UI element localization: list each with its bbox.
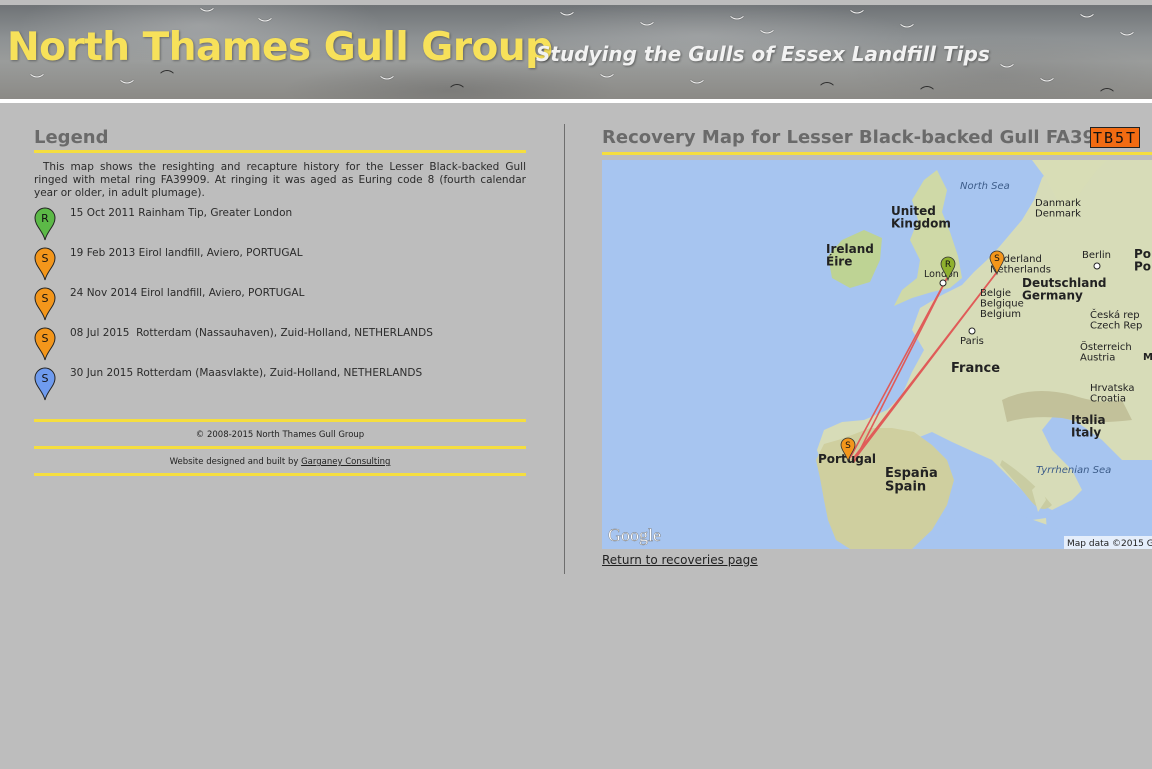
gull-icon: ⌒	[450, 84, 464, 99]
label-italy: Italia Italy	[1071, 413, 1106, 440]
map-canvas[interactable]: North Sea United Kingdom Ireland Éire Lond…	[602, 160, 1152, 549]
gull-icon: ⌒	[920, 86, 934, 99]
label-london: London	[924, 269, 959, 280]
return-to-recoveries-link[interactable]: Return to recoveries page	[602, 553, 758, 567]
svg-text:S: S	[42, 252, 49, 265]
city-dot-london	[939, 279, 947, 287]
map-heading: Recovery Map for Lesser Black-backed Gul…	[602, 127, 1133, 148]
gull-icon: ︶	[120, 80, 134, 96]
legend-item: S 19 Feb 2013 Eirol landfill, Aviero, PO…	[34, 247, 526, 287]
colour-ring-code: TB5T	[1090, 127, 1140, 148]
legend-item: S 24 Nov 2014 Eirol landfill, Aviero, PO…	[34, 287, 526, 327]
gull-icon: ⌒	[820, 82, 834, 98]
gull-icon: ︶	[30, 74, 44, 90]
header-banner: ︶ ︶ ︶ ︶ ︶ ︶ ︶ ︶ ︶ ︶ ︶ ︶ ︶ ︶ ︶ ︶ ︶ ⌒ ⌒ ⌒ …	[0, 5, 1152, 99]
map-pin-icon: S	[34, 367, 56, 401]
footer-divider	[34, 473, 526, 476]
label-hungary: Mag	[1143, 352, 1152, 363]
city-dot-berlin	[1093, 262, 1101, 270]
copyright-text: © 2008-2015 North Thames Gull Group	[195, 430, 365, 440]
page-footer: © 2008-2015 North Thames Gull Group Webs…	[34, 419, 526, 476]
legend-entry-text: 30 Jun 2015 Rotterdam (Maasvlakte), Zuid…	[70, 367, 423, 379]
map-panel: Recovery Map for Lesser Black-backed Gul…	[602, 127, 1152, 567]
legend-item: S 08 Jul 2015 Rotterdam (Nassauhaven), Z…	[34, 327, 526, 367]
svg-text:S: S	[994, 254, 1000, 264]
svg-text:R: R	[41, 212, 49, 225]
svg-text:S: S	[42, 332, 49, 345]
map-pin-icon: S	[34, 247, 56, 281]
google-logo[interactable]: Google	[608, 525, 661, 545]
gull-icon: ︶	[1040, 78, 1054, 94]
label-poland: Po Po	[1134, 247, 1151, 274]
svg-text:S: S	[42, 292, 49, 305]
map-heading-bar: Recovery Map for Lesser Black-backed Gul…	[602, 127, 1152, 155]
label-denmark: Danmark Denmark	[1035, 198, 1081, 220]
label-france: France	[951, 361, 1000, 376]
gull-icon: ︶	[640, 22, 654, 38]
recovery-map[interactable]: North Sea United Kingdom Ireland Éire Lond…	[602, 160, 1152, 549]
map-pin-icon: S	[34, 287, 56, 321]
legend-entry-text: 15 Oct 2011 Rainham Tip, Greater London	[70, 207, 293, 219]
gull-icon: ︶	[600, 74, 614, 90]
gull-icon: ︶	[1000, 64, 1014, 80]
label-north-sea: North Sea	[960, 181, 1010, 192]
credit-prefix: Website designed and built by	[169, 457, 302, 467]
map-pin-icon: S	[34, 327, 56, 361]
garganey-consulting-link[interactable]: Garganey Consulting	[301, 457, 390, 467]
map-attribution[interactable]: Map data ©2015 G	[1067, 539, 1152, 549]
gull-icon: ︶	[730, 16, 744, 32]
legend-entry-text: 08 Jul 2015 Rotterdam (Nassauhaven), Zui…	[70, 327, 433, 339]
label-czech: Česká rep Czech Rep	[1090, 308, 1142, 332]
gull-icon: ︶	[1120, 32, 1134, 48]
gull-icon: ︶	[690, 80, 704, 96]
svg-text:S: S	[42, 372, 49, 385]
label-tyrrhenian-sea: Tyrrhenian Sea	[1036, 465, 1111, 476]
legend-item: S 30 Jun 2015 Rotterdam (Maasvlakte), Zu…	[34, 367, 526, 407]
label-paris: Paris	[960, 336, 984, 347]
site-title: North Thames Gull Group	[7, 25, 553, 70]
header-divider	[0, 99, 1152, 103]
legend-entry-text: 19 Feb 2013 Eirol landfill, Aviero, PORT…	[70, 247, 303, 259]
svg-text:R: R	[945, 260, 951, 270]
legend-list: R 15 Oct 2011 Rainham Tip, Greater Londo…	[34, 207, 526, 407]
legend-panel: Legend This map shows the resighting and…	[34, 127, 526, 476]
gull-icon: ⌒	[160, 70, 174, 86]
legend-heading: Legend	[34, 127, 526, 153]
city-dot-paris	[968, 327, 976, 335]
gull-icon: ︶	[1080, 14, 1094, 30]
label-berlin: Berlin	[1082, 250, 1111, 261]
legend-entry-text: 24 Nov 2014 Eirol landfill, Aviero, PORT…	[70, 287, 305, 299]
site-tagline: Studying the Gulls of Essex Landfill Tip…	[536, 42, 990, 66]
svg-text:S: S	[845, 441, 851, 451]
gull-icon: ︶	[560, 12, 574, 28]
gull-icon: ⌒	[1100, 88, 1114, 99]
gull-icon: ︶	[200, 8, 214, 24]
gull-icon: ︶	[380, 76, 394, 92]
column-divider	[564, 124, 565, 574]
map-pin-icon: R	[34, 207, 56, 241]
credit-line: Website designed and built by Garganey C…	[34, 449, 526, 473]
gull-icon: ︶	[900, 24, 914, 40]
legend-intro: This map shows the resighting and recapt…	[34, 161, 526, 199]
gull-icon: ︶	[850, 10, 864, 26]
legend-item: R 15 Oct 2011 Rainham Tip, Greater Londo…	[34, 207, 526, 247]
